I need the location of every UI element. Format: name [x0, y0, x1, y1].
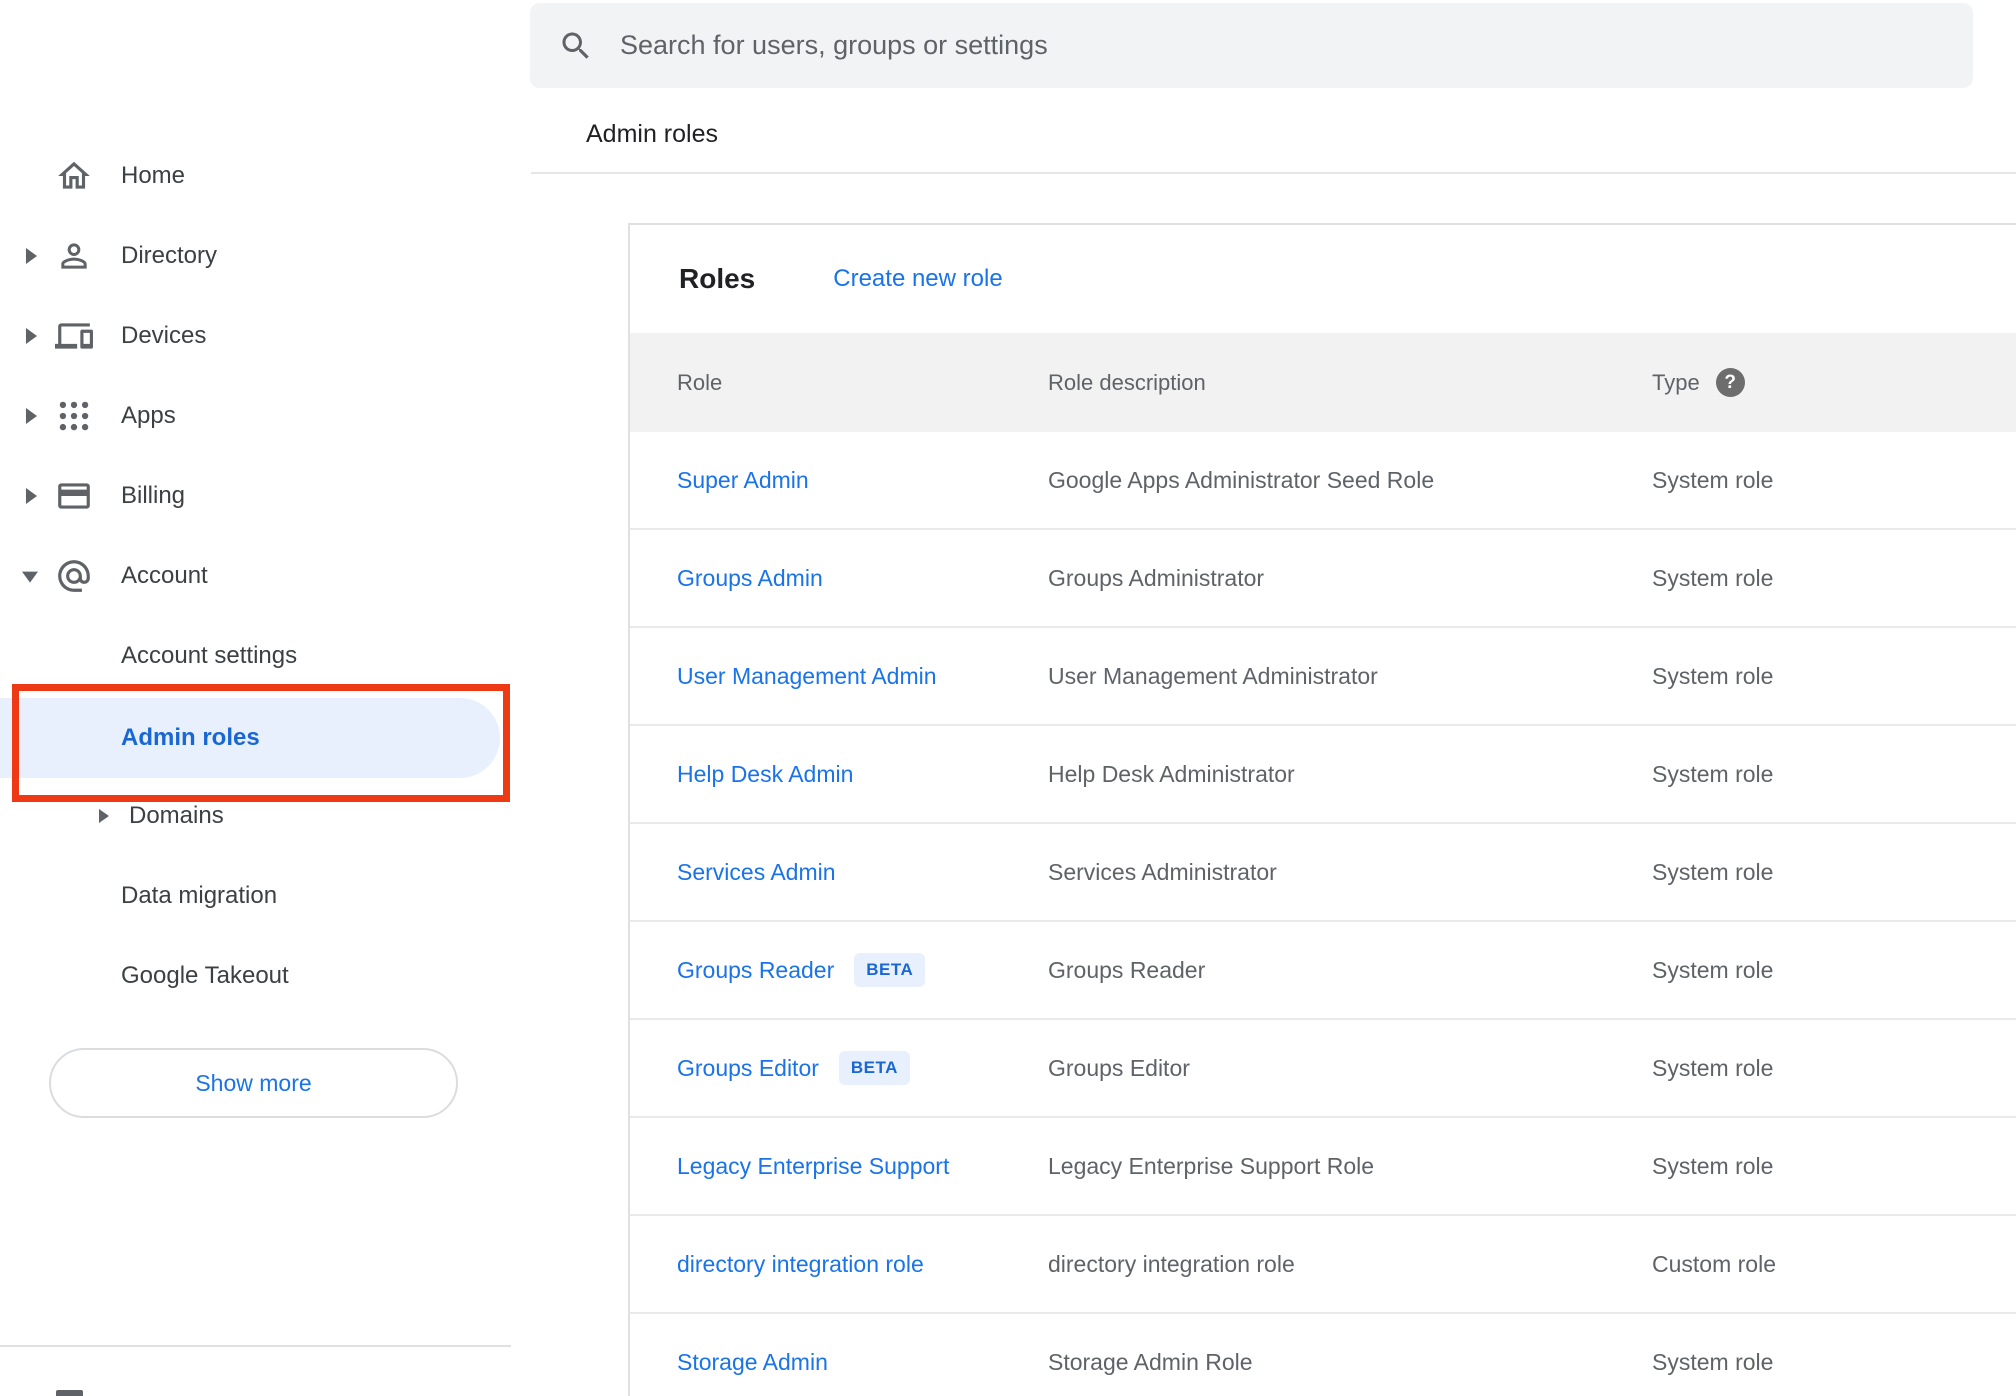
role-description: User Management Administrator [1048, 662, 1378, 689]
devices-icon [55, 317, 93, 355]
role-link[interactable]: Legacy Enterprise Support [677, 1153, 949, 1180]
beta-badge: BETA [854, 953, 926, 987]
collapse-chevron-icon[interactable] [22, 571, 38, 583]
roles-card: Roles Create new role Role Role descript… [628, 223, 2016, 1396]
role-type: System role [1652, 760, 1774, 787]
role-link[interactable]: Help Desk Admin [677, 761, 853, 788]
sidebar-item-data-migration[interactable]: Data migration [0, 856, 514, 936]
show-more-button[interactable]: Show more [49, 1048, 458, 1118]
role-type: System role [1652, 858, 1774, 885]
table-row: Legacy Enterprise Support Legacy Enterpr… [630, 1118, 2016, 1216]
role-link[interactable]: Services Admin [677, 859, 836, 886]
sidebar-bottom-divider [0, 1345, 511, 1347]
role-type: Custom role [1652, 1250, 1776, 1277]
sidebar-item-home[interactable]: Home [0, 136, 514, 216]
sidebar-item-label: Devices [121, 322, 207, 349]
table-row: Storage Admin Storage Admin Role System … [630, 1314, 2016, 1396]
sidebar-item-label: Apps [121, 402, 176, 429]
sidebar-item-google-takeout[interactable]: Google Takeout [0, 936, 514, 1016]
role-type: System role [1652, 564, 1774, 591]
sidebar-item-label: Admin roles [121, 724, 260, 751]
help-icon[interactable]: ? [1715, 368, 1745, 397]
sidebar-item-label: Directory [121, 242, 218, 269]
sidebar-item-label: Data migration [121, 882, 278, 909]
sidebar-item-label: Billing [121, 482, 186, 509]
role-link[interactable]: Groups Admin [677, 565, 823, 592]
role-type: System role [1652, 1348, 1774, 1375]
sidebar-item-label: Account [121, 562, 208, 589]
credit-card-icon [55, 477, 93, 515]
person-icon [55, 237, 93, 275]
sidebar-item-label: Account settings [121, 642, 298, 669]
role-description: Google Apps Administrator Seed Role [1048, 466, 1435, 493]
table-row: Groups Admin Groups Administrator System… [630, 530, 2016, 628]
at-sign-icon [55, 557, 93, 595]
column-header-role: Role [677, 369, 723, 395]
sidebar-item-billing[interactable]: Billing [0, 456, 514, 536]
expand-chevron-icon[interactable] [26, 248, 37, 264]
role-type: System role [1652, 466, 1774, 493]
home-icon [55, 157, 93, 195]
role-description: Legacy Enterprise Support Role [1048, 1152, 1375, 1179]
roles-card-header: Roles Create new role [630, 225, 2016, 333]
sidebar-item-account[interactable]: Account [0, 536, 514, 616]
expand-chevron-icon[interactable] [99, 809, 109, 823]
role-description: directory integration role [1048, 1250, 1295, 1277]
sidebar-item-admin-roles-selected[interactable]: Admin roles [0, 698, 500, 778]
role-description: Groups Administrator [1048, 564, 1265, 591]
sidebar: Home Directory Devices Apps Billing Acco… [0, 0, 514, 1396]
table-row: Groups Editor BETA Groups Editor System … [630, 1020, 2016, 1118]
table-header-row: Role Role description Type ? [630, 333, 2016, 432]
role-link[interactable]: Super Admin [677, 467, 809, 494]
role-link[interactable]: Storage Admin [677, 1349, 828, 1376]
sidebar-item-domains[interactable]: Domains [0, 776, 514, 856]
column-header-role-description: Role description [1048, 369, 1206, 395]
sidebar-item-devices[interactable]: Devices [0, 296, 514, 376]
sidebar-item-label: Domains [129, 802, 224, 829]
role-description: Groups Editor [1048, 1054, 1190, 1081]
expand-chevron-icon[interactable] [26, 408, 37, 424]
column-header-type: Type ? [1652, 368, 2016, 397]
role-description: Storage Admin Role [1048, 1348, 1253, 1375]
sidebar-item-label: Google Takeout [121, 962, 289, 989]
role-link[interactable]: User Management Admin [677, 663, 937, 690]
role-description: Help Desk Administrator [1048, 760, 1295, 787]
role-type: System role [1652, 1152, 1774, 1179]
role-description: Services Administrator [1048, 858, 1277, 885]
apps-grid-icon [55, 397, 93, 435]
table-row: Super Admin Google Apps Administrator Se… [630, 432, 2016, 530]
search-bar[interactable] [530, 3, 1973, 88]
table-row: Groups Reader BETA Groups Reader System … [630, 922, 2016, 1020]
breadcrumb-divider [531, 172, 2016, 174]
role-description: Groups Reader [1048, 956, 1206, 983]
role-link[interactable]: Groups Reader [677, 957, 834, 984]
clipped-bottom-icon [56, 1390, 83, 1396]
table-row: Help Desk Admin Help Desk Administrator … [630, 726, 2016, 824]
sidebar-item-account-settings[interactable]: Account settings [0, 616, 514, 696]
create-new-role-link[interactable]: Create new role [833, 265, 1002, 293]
beta-badge: BETA [838, 1051, 910, 1085]
column-header-type-label: Type [1652, 369, 1700, 395]
breadcrumb: Admin roles [586, 120, 718, 148]
search-input[interactable] [620, 30, 1973, 61]
expand-chevron-icon[interactable] [26, 488, 37, 504]
table-row: Services Admin Services Administrator Sy… [630, 824, 2016, 922]
role-type: System role [1652, 956, 1774, 983]
admin-console-page: Admin Admin roles Home Directory [0, 0, 2016, 1396]
search-icon [562, 32, 589, 59]
role-type: System role [1652, 662, 1774, 689]
role-link[interactable]: Groups Editor [677, 1055, 819, 1082]
expand-chevron-icon[interactable] [26, 328, 37, 344]
role-type: System role [1652, 1054, 1774, 1081]
sidebar-item-apps[interactable]: Apps [0, 376, 514, 456]
table-row: directory integration role directory int… [630, 1216, 2016, 1314]
sidebar-item-directory[interactable]: Directory [0, 216, 514, 296]
table-row: User Management Admin User Management Ad… [630, 628, 2016, 726]
sidebar-item-label: Home [121, 162, 186, 189]
role-link[interactable]: directory integration role [677, 1251, 924, 1278]
card-title: Roles [679, 263, 756, 294]
